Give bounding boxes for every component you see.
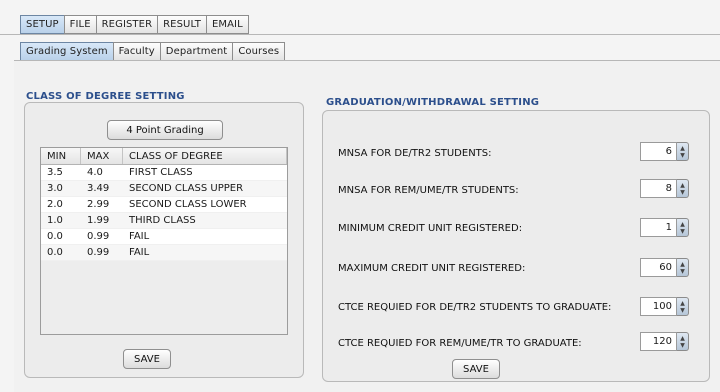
cell-class: FAIL [129,247,150,258]
spinner-arrows-icon[interactable]: ▲ ▼ [677,297,689,316]
tab-file[interactable]: FILE [63,15,97,34]
cell-class: SECOND CLASS UPPER [129,183,244,194]
setting-label-ctce-rem: CTCE REQUIED FOR REM/UME/TR TO GRADUATE: [338,338,582,349]
cell-max: 0.99 [87,247,110,258]
tab-grading-system[interactable]: Grading System [20,42,114,61]
cell-max: 2.99 [87,199,110,210]
ctce-de-spinner[interactable]: 100 ▲ ▼ [640,297,689,316]
cell-min: 0.0 [47,247,63,258]
min-credit-spinner[interactable]: 1 ▲ ▼ [640,218,689,237]
cell-class: THIRD CLASS [129,215,196,226]
setting-label-mnsa-rem: MNSA FOR REM/UME/TR STUDENTS: [338,185,519,196]
app-window: SETUP FILE REGISTER RESULT EMAIL Grading… [0,0,720,392]
setting-label-ctce-de: CTCE REQUIED FOR DE/TR2 STUDENTS TO GRAD… [338,302,612,313]
sub-tab-divider [14,60,720,61]
spinner-arrows-icon[interactable]: ▲ ▼ [677,258,689,277]
cell-max: 3.49 [87,183,110,194]
table-row[interactable]: 2.0 2.99 SECOND CLASS LOWER [41,197,287,213]
table-row[interactable]: 0.0 0.99 FAIL [41,245,287,261]
cell-max: 1.99 [87,215,110,226]
mnsa-de-value[interactable]: 6 [640,142,677,161]
spinner-arrows-icon[interactable]: ▲ ▼ [677,179,689,198]
ctce-rem-spinner[interactable]: 120 ▲ ▼ [640,332,689,351]
setting-label-max-credit: MAXIMUM CREDIT UNIT REGISTERED: [338,263,526,274]
mnsa-rem-spinner[interactable]: 8 ▲ ▼ [640,179,689,198]
column-header-max[interactable]: MAX [81,148,123,164]
tab-courses[interactable]: Courses [232,42,286,61]
tab-bar-divider [0,34,720,35]
table-body: 3.5 4.0 FIRST CLASS 3.0 3.49 SECOND CLAS… [41,165,287,261]
table-row[interactable]: 3.5 4.0 FIRST CLASS [41,165,287,181]
table-header: MIN MAX CLASS OF DEGREE [41,148,287,165]
min-credit-value[interactable]: 1 [640,218,677,237]
graduation-save-button[interactable]: SAVE [452,359,500,379]
graduation-setting-title: GRADUATION/WITHDRAWAL SETTING [326,97,540,108]
class-save-button[interactable]: SAVE [123,349,171,369]
mnsa-de-spinner[interactable]: 6 ▲ ▼ [640,142,689,161]
max-credit-spinner[interactable]: 60 ▲ ▼ [640,258,689,277]
table-row[interactable]: 1.0 1.99 THIRD CLASS [41,213,287,229]
ctce-de-value[interactable]: 100 [640,297,677,316]
setting-label-min-credit: MINIMUM CREDIT UNIT REGISTERED: [338,223,523,234]
cell-min: 1.0 [47,215,63,226]
column-header-class[interactable]: CLASS OF DEGREE [123,148,287,164]
setting-label-mnsa-de: MNSA FOR DE/TR2 STUDENTS: [338,148,492,159]
tab-email[interactable]: EMAIL [205,15,249,34]
table-row[interactable]: 3.0 3.49 SECOND CLASS UPPER [41,181,287,197]
tab-result[interactable]: RESULT [157,15,207,34]
max-credit-value[interactable]: 60 [640,258,677,277]
spinner-arrows-icon[interactable]: ▲ ▼ [677,218,689,237]
point-grading-button[interactable]: 4 Point Grading [107,120,223,140]
spinner-arrows-icon[interactable]: ▲ ▼ [677,332,689,351]
sub-tab-bar: Grading System Faculty Department Course… [20,42,286,61]
spinner-arrows-icon[interactable]: ▲ ▼ [677,142,689,161]
cell-class: FIRST CLASS [129,167,193,178]
cell-class: FAIL [129,231,150,242]
cell-class: SECOND CLASS LOWER [129,199,247,210]
cell-min: 3.5 [47,167,63,178]
tab-register[interactable]: REGISTER [95,15,159,34]
cell-min: 2.0 [47,199,63,210]
ctce-rem-value[interactable]: 120 [640,332,677,351]
main-tab-bar: SETUP FILE REGISTER RESULT EMAIL [20,15,249,35]
class-of-degree-table: MIN MAX CLASS OF DEGREE 3.5 4.0 FIRST CL… [40,147,288,335]
cell-max: 0.99 [87,231,110,242]
tab-setup[interactable]: SETUP [20,15,65,34]
mnsa-rem-value[interactable]: 8 [640,179,677,198]
table-row[interactable]: 0.0 0.99 FAIL [41,229,287,245]
class-of-degree-title: CLASS OF DEGREE SETTING [26,91,185,102]
cell-min: 0.0 [47,231,63,242]
tab-faculty[interactable]: Faculty [112,42,161,61]
cell-max: 4.0 [87,167,103,178]
column-header-min[interactable]: MIN [41,148,81,164]
cell-min: 3.0 [47,183,63,194]
tab-department[interactable]: Department [159,42,234,61]
